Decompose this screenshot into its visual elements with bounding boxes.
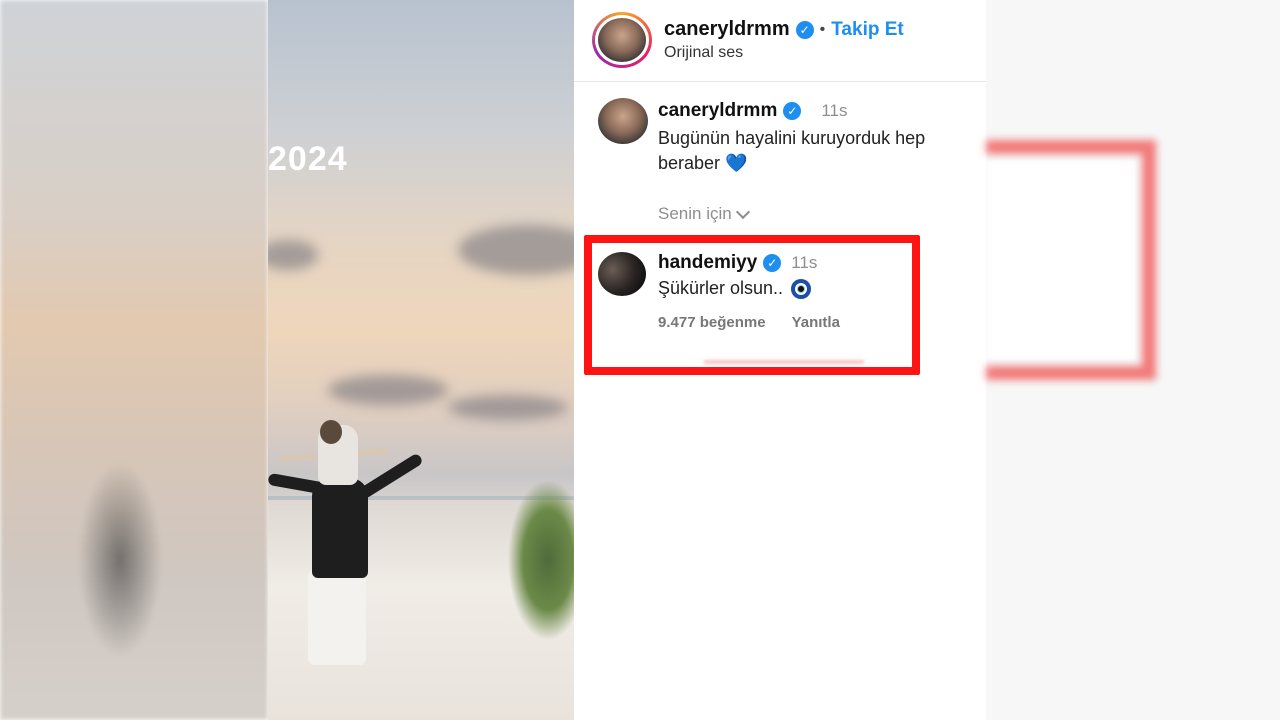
cloud — [458, 225, 574, 275]
chevron-down-icon — [735, 204, 750, 219]
comment-time: 11s — [791, 253, 818, 272]
comment-avatar[interactable] — [598, 98, 648, 144]
blurred-highlight-box — [986, 140, 1156, 380]
instagram-post-panel: caneryldrmm ✓ • Takip Et Orijinal ses ca… — [574, 0, 986, 720]
sort-label: Senin için — [658, 204, 732, 223]
cloud — [328, 375, 448, 405]
year-overlay: 2024 — [268, 140, 348, 178]
likes-count[interactable]: 9.477 beğenme — [658, 314, 766, 331]
verified-badge-icon: ✓ — [783, 102, 802, 120]
comment-header: caneryldrmm ✓ 11s — [658, 100, 848, 122]
comment-header: handemiyy ✓ 11s — [658, 252, 817, 274]
verified-badge-icon: ✓ — [763, 254, 782, 272]
cloud — [268, 240, 318, 270]
author-username[interactable]: caneryldrmm — [664, 18, 790, 41]
palm-plant — [488, 450, 574, 650]
verified-badge-icon: ✓ — [795, 20, 814, 39]
person-arm — [358, 452, 424, 500]
child-head — [320, 420, 342, 444]
comment-username[interactable]: handemiyy — [658, 252, 757, 274]
comment-actions: 9.477 beğenme Yanıtla — [658, 314, 840, 331]
blurred-background-right — [986, 0, 1280, 720]
separator-dot: • — [819, 20, 826, 38]
follow-button[interactable]: Takip Et — [831, 19, 904, 41]
comment-time: 11s — [821, 101, 848, 120]
comment-text-body: Şükürler olsun.. — [658, 278, 784, 298]
comment-username[interactable]: caneryldrmm — [658, 100, 777, 122]
blue-heart-emoji: 💙 — [725, 153, 748, 173]
reply-button[interactable]: Yanıtla — [792, 314, 840, 331]
author-avatar[interactable] — [592, 12, 652, 68]
post-header: caneryldrmm ✓ • Takip Et Orijinal ses — [574, 0, 986, 82]
avatar-image — [595, 15, 649, 65]
audio-label[interactable]: Orijinal ses — [664, 44, 743, 62]
cropped-line — [704, 360, 864, 364]
comment-text: Bugünün hayalini kuruyorduk hep beraber … — [658, 126, 978, 176]
comment-text-body: Bugünün hayalini kuruyorduk hep beraber — [658, 128, 926, 173]
comment-avatar[interactable] — [598, 252, 646, 296]
evil-eye-icon — [791, 278, 812, 299]
cloud — [448, 395, 568, 420]
post-photo: 2024 — [268, 0, 574, 720]
person-legs — [308, 570, 366, 665]
blurred-background-left — [0, 0, 268, 720]
author-row: caneryldrmm ✓ • Takip Et — [664, 18, 904, 41]
person-body — [312, 478, 368, 578]
comment-text: Şükürler olsun.. — [658, 278, 812, 299]
comment-sort-toggle[interactable]: Senin için — [658, 204, 750, 224]
